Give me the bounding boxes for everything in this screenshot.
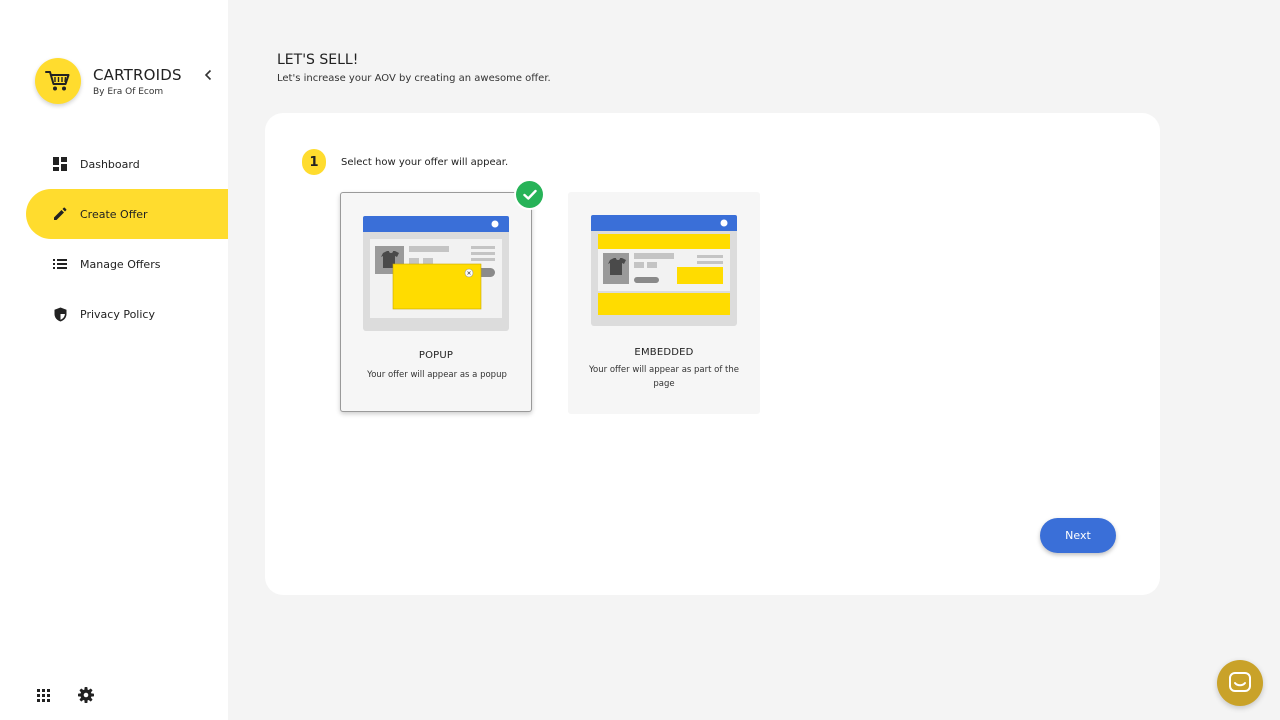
apps-grid-icon <box>36 688 50 702</box>
shield-icon <box>52 306 68 322</box>
chat-launcher-button[interactable] <box>1217 660 1263 706</box>
sidebar: CARTROIDS By Era Of Ecom Dashboard Creat… <box>0 0 228 720</box>
option-description: Your offer will appear as a popup <box>367 370 507 380</box>
brand-subtitle: By Era Of Ecom <box>93 86 164 97</box>
page-subtitle: Let's increase your AOV by creating an a… <box>277 73 551 84</box>
option-popup[interactable]: POPUP Your offer will appear as a popup <box>340 192 532 412</box>
pencil-icon <box>52 206 68 222</box>
sidebar-footer <box>34 686 120 704</box>
sidebar-item-create-offer[interactable]: Create Offer <box>26 189 228 239</box>
sidebar-item-privacy-policy[interactable]: Privacy Policy <box>26 289 228 339</box>
option-title: EMBEDDED <box>634 347 694 358</box>
brand: CARTROIDS By Era Of Ecom <box>35 58 182 104</box>
brand-name: CARTROIDS <box>93 65 182 84</box>
next-button[interactable]: Next <box>1040 518 1116 553</box>
sidebar-item-label: Dashboard <box>80 157 140 171</box>
sidebar-item-label: Privacy Policy <box>80 307 155 321</box>
sidebar-item-label: Create Offer <box>80 207 148 221</box>
sidebar-item-dashboard[interactable]: Dashboard <box>26 139 228 189</box>
collapse-sidebar-button[interactable] <box>202 68 214 82</box>
step-header: 1 Select how your offer will appear. <box>302 149 508 175</box>
sidebar-item-manage-offers[interactable]: Manage Offers <box>26 239 228 289</box>
apps-button[interactable] <box>34 686 52 704</box>
settings-button[interactable] <box>77 686 95 704</box>
dashboard-icon <box>52 156 68 172</box>
step-label: Select how your offer will appear. <box>341 156 509 168</box>
option-embedded[interactable]: EMBEDDED Your offer will appear as part … <box>568 192 760 414</box>
option-description: Your offer will appear as part of the pa… <box>588 365 740 389</box>
selected-check-icon <box>516 181 543 208</box>
embedded-illustration-icon <box>591 215 737 326</box>
gear-icon <box>78 687 94 703</box>
option-title: POPUP <box>418 350 454 361</box>
cart-logo-icon <box>35 58 81 104</box>
sidebar-item-label: Manage Offers <box>80 257 161 271</box>
step-number-badge: 1 <box>302 149 326 175</box>
sidebar-nav: Dashboard Create Offer Manage Offers Pri… <box>26 139 228 339</box>
chat-icon <box>1229 672 1251 692</box>
popup-illustration-icon <box>363 216 509 331</box>
list-icon <box>52 256 68 272</box>
offer-type-card: 1 Select how your offer will appear. POP… <box>265 113 1160 595</box>
page-title: LET'S SELL! <box>277 52 359 68</box>
chevron-left-icon <box>204 69 212 81</box>
